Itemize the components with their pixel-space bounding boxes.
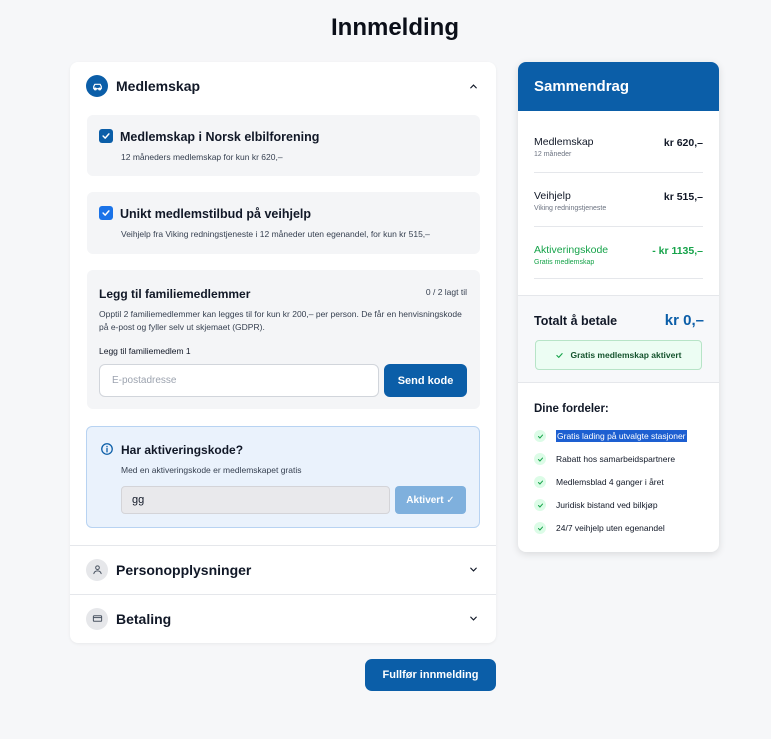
benefit-item: 24/7 veihjelp uten egenandel — [534, 522, 665, 534]
option-membership[interactable]: Medlemskap i Norsk elbilforening 12 måne… — [87, 115, 480, 176]
option-title: Unikt medlemstilbud på veihjelp — [120, 207, 312, 221]
roadside-checkbox[interactable] — [99, 206, 113, 220]
divider — [534, 226, 703, 227]
check-icon — [534, 430, 546, 442]
summary-row-membership: Medlemskap 12 måneder kr 620,– — [534, 136, 703, 158]
chevron-up-icon — [466, 79, 480, 93]
summary-row-sub: 12 måneder — [534, 151, 572, 158]
section-header-personal[interactable]: Personopplysninger — [70, 545, 496, 594]
summary-row-value: - kr 1135,– — [652, 245, 703, 257]
section-title-membership: Medlemskap — [116, 78, 201, 94]
summary-row-sub: Viking redningstjeneste — [534, 205, 607, 212]
activation-desc: Med en aktiveringskode er medlemskapet g… — [121, 465, 302, 475]
total-label: Totalt å betale — [534, 314, 618, 328]
family-field-label: Legg til familiemedlem 1 — [99, 346, 191, 356]
family-count: 0 / 2 lagt til — [425, 287, 467, 297]
summary-row-activation: Aktiveringskode Gratis medlemskap - kr 1… — [534, 244, 703, 266]
section-title-payment: Betaling — [116, 610, 172, 627]
free-badge-text: Gratis medlemskap aktivert — [570, 350, 682, 360]
registration-form-card: Medlemskap Medlemskap i Norsk elbilforen… — [70, 62, 496, 643]
summary-card: Sammendrag Medlemskap 12 måneder kr 620,… — [518, 62, 719, 552]
credit-card-icon — [86, 607, 108, 630]
summary-row-value: kr 620,– — [663, 137, 703, 149]
free-membership-badge: Gratis medlemskap aktivert — [535, 340, 702, 370]
benefit-item: Rabatt hos samarbeidspartnere — [534, 453, 675, 465]
page-title: Innmelding — [331, 14, 459, 41]
option-desc: Veihjelp fra Viking redningstjeneste i 1… — [121, 229, 430, 239]
section-title-personal: Personopplysninger — [116, 561, 252, 578]
divider — [534, 278, 703, 279]
check-icon — [534, 522, 546, 534]
user-icon — [86, 558, 108, 581]
benefit-text: Juridisk bistand ved bilkjøp — [556, 500, 658, 510]
option-title: Medlemskap i Norsk elbilforening — [120, 130, 320, 144]
benefits-title: Dine fordeler: — [534, 403, 609, 415]
benefit-item: Medlemsblad 4 ganger i året — [534, 476, 664, 488]
section-header-payment[interactable]: Betaling — [70, 594, 496, 643]
activation-code-box: Har aktiveringskode? Med en aktiveringsk… — [86, 426, 480, 528]
total-value: kr 0,– — [664, 312, 704, 329]
chevron-down-icon — [466, 563, 480, 577]
family-title: Legg til familiemedlemmer — [99, 287, 251, 301]
summary-row-value: kr 515,– — [663, 191, 703, 203]
check-icon — [556, 352, 564, 358]
family-desc: Opptil 2 familiemedlemmer kan legges til… — [99, 309, 462, 332]
option-desc: 12 måneders medlemskap for kun kr 620,– — [121, 152, 283, 162]
benefit-text: Rabatt hos samarbeidspartnere — [556, 454, 676, 464]
chevron-down-icon — [466, 612, 480, 626]
membership-checkbox[interactable] — [99, 129, 113, 143]
summary-row-roadside: Veihjelp Viking redningstjeneste kr 515,… — [534, 190, 703, 212]
benefit-text: Gratis lading på utvalgte stasjoner — [556, 430, 687, 442]
summary-row-sub: Gratis medlemskap — [534, 259, 595, 266]
option-roadside[interactable]: Unikt medlemstilbud på veihjelp Veihjelp… — [87, 192, 480, 254]
benefit-text: Medlemsblad 4 ganger i året — [556, 477, 664, 487]
benefit-text: 24/7 veihjelp uten egenandel — [556, 523, 665, 533]
summary-title: Sammendrag — [518, 62, 719, 111]
car-icon — [86, 75, 108, 97]
activated-button[interactable]: Aktivert ✓ — [395, 486, 466, 514]
divider — [534, 172, 703, 173]
benefit-item: Gratis lading på utvalgte stasjoner — [534, 430, 687, 442]
check-icon — [534, 453, 546, 465]
section-header-membership[interactable]: Medlemskap — [70, 62, 496, 110]
finish-registration-button[interactable]: Fullfør innmelding — [365, 659, 496, 691]
check-icon — [534, 499, 546, 511]
total-area: Totalt å betale kr 0,– Gratis medlemskap… — [518, 295, 719, 383]
info-icon — [100, 442, 114, 456]
benefit-item: Juridisk bistand ved bilkjøp — [534, 499, 658, 511]
send-code-button[interactable]: Send kode — [384, 364, 467, 397]
email-input[interactable]: E-postadresse — [99, 364, 379, 397]
activation-code-input[interactable]: gg — [121, 486, 390, 514]
activation-title: Har aktiveringskode? — [121, 443, 244, 457]
family-members-box: Legg til familiemedlemmer 0 / 2 lagt til… — [87, 270, 480, 409]
check-icon — [534, 476, 546, 488]
